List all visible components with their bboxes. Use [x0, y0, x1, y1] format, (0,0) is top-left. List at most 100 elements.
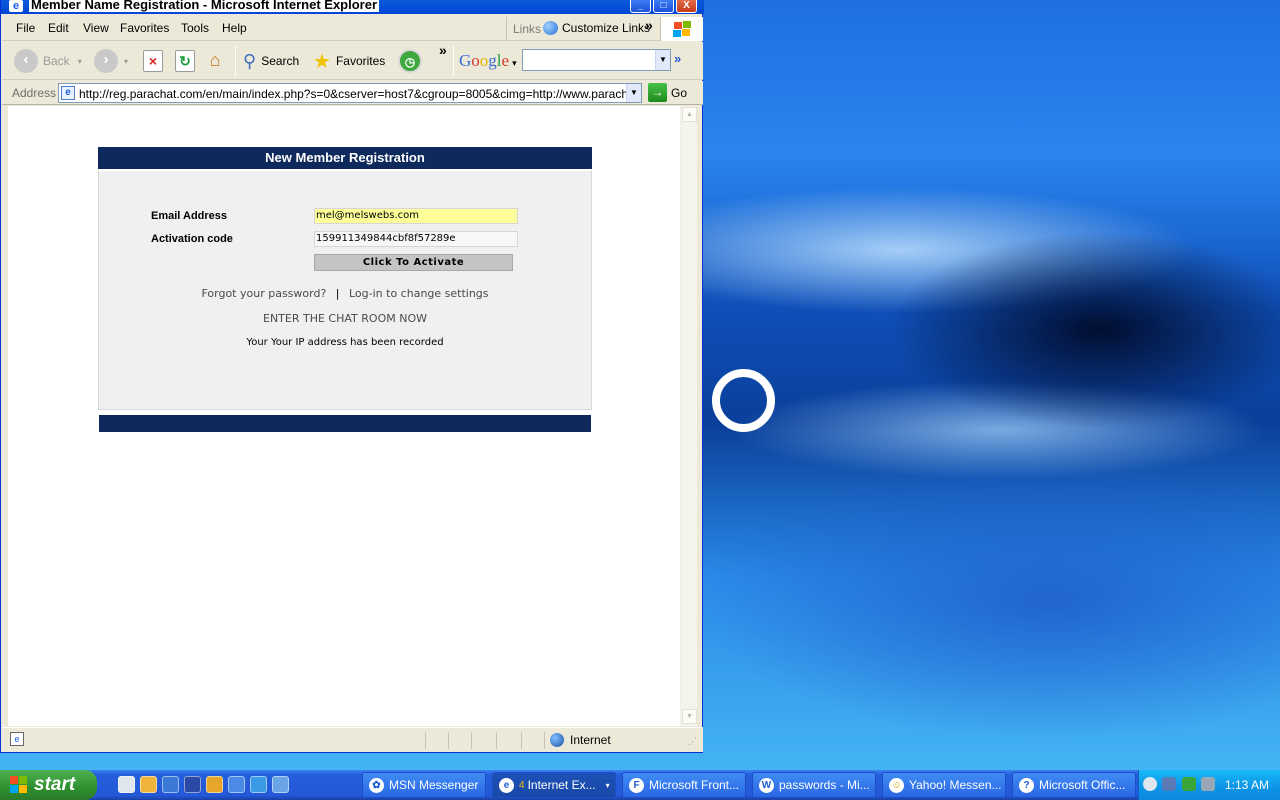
email-field[interactable]: mel@melswebs.com — [314, 208, 518, 224]
google-search-input[interactable]: ▼ — [522, 49, 671, 71]
forward-arrow-icon: › — [94, 49, 118, 73]
ip-notice: Your Your IP address has been recorded — [246, 337, 444, 348]
refresh-icon: ↻ — [175, 50, 195, 72]
refresh-button[interactable]: ↻ — [175, 47, 195, 75]
toolbar-chevron-icon[interactable]: » — [439, 42, 447, 58]
activate-button[interactable]: Click To Activate — [314, 254, 513, 271]
calculator-icon[interactable] — [118, 776, 135, 793]
tray-expand-icon[interactable] — [1143, 777, 1157, 791]
page-icon — [543, 21, 558, 35]
task-label: MSN Messenger — [389, 778, 479, 792]
address-input[interactable]: e http://reg.parachat.com/en/main/index.… — [58, 83, 642, 103]
page-icon: e — [61, 86, 75, 100]
registration-header: New Member Registration — [98, 147, 592, 169]
links-label[interactable]: Links — [513, 22, 541, 36]
task-passwords-document[interactable]: Wpasswords - Mi... — [752, 772, 876, 798]
menu-edit[interactable]: Edit — [48, 21, 69, 35]
links-chevron-icon[interactable]: » — [645, 17, 653, 33]
customize-links-label: Customize Links — [562, 21, 651, 35]
start-label: start — [34, 774, 76, 795]
close-button[interactable]: X — [676, 0, 697, 13]
clock[interactable]: 1:13 AM — [1225, 778, 1269, 792]
google-logo[interactable]: Google ▾ — [459, 51, 517, 71]
minimize-button[interactable]: _ — [630, 0, 651, 13]
stop-button[interactable]: × — [143, 47, 163, 75]
task-microsoft-office[interactable]: ? Microsoft Offic... — [1012, 772, 1136, 798]
ie-icon: e — [499, 777, 514, 793]
menu-favorites[interactable]: Favorites — [120, 21, 169, 35]
favorites-button[interactable]: ★ Favorites — [313, 47, 385, 75]
account-links: Forgot your password? | Log-in to change… — [99, 287, 591, 300]
title-bar[interactable]: e Member Name Registration - Microsoft I… — [1, 0, 704, 14]
frontpage-icon: F — [629, 777, 644, 793]
ie-icon[interactable] — [250, 776, 267, 793]
task-label: Yahoo! Messen... — [909, 778, 1002, 792]
favorites-star-icon: ★ — [313, 50, 331, 73]
word-icon: W — [759, 777, 774, 793]
go-arrow-icon: → — [648, 83, 667, 102]
status-divider — [496, 732, 497, 749]
menu-bar: File Edit View Favorites Tools Help Link… — [2, 17, 703, 41]
task-msn-messenger[interactable]: ✿ MSN Messenger — [362, 772, 486, 798]
registration-form: Email Address mel@melswebs.com Activatio… — [98, 169, 592, 410]
activation-label: Activation code — [151, 233, 233, 245]
scroll-up-icon[interactable]: ▲ — [682, 107, 697, 122]
system-tray: 1:13 AM — [1138, 770, 1280, 800]
resize-grip-icon[interactable]: ⋰ — [688, 736, 697, 747]
activation-code-field[interactable]: 159911349844cbf8f57289e — [314, 231, 518, 247]
outlook-icon[interactable] — [140, 776, 157, 793]
go-label: Go — [671, 85, 688, 100]
task-frontpage[interactable]: F Microsoft Front... — [622, 772, 746, 798]
back-button[interactable]: ‹ Back ▾ — [14, 47, 82, 75]
home-button[interactable]: ⌂ — [205, 47, 225, 75]
back-label: Back — [43, 54, 70, 68]
go-button[interactable]: → Go — [648, 83, 687, 102]
menu-file[interactable]: File — [16, 21, 35, 35]
google-chevron-icon[interactable]: » — [674, 51, 681, 66]
menu-help[interactable]: Help — [222, 21, 247, 35]
msn-icon: ✿ — [369, 777, 384, 793]
status-page-icon: e — [10, 732, 24, 746]
forgot-password-link[interactable]: Forgot your password? — [201, 287, 326, 300]
status-divider — [448, 732, 449, 749]
status-divider — [521, 732, 522, 749]
status-divider — [425, 732, 426, 749]
menu-tools[interactable]: Tools — [181, 21, 209, 35]
search-button[interactable]: ⚲ Search — [243, 47, 299, 75]
messenger-icon[interactable] — [206, 776, 223, 793]
status-divider — [544, 732, 545, 749]
favorites-label: Favorites — [335, 54, 386, 68]
media-player-icon[interactable] — [184, 776, 201, 793]
ie-icon[interactable] — [162, 776, 179, 793]
task-yahoo-messenger[interactable]: ☺ Yahoo! Messen... — [882, 772, 1006, 798]
google-dropdown-icon[interactable]: ▼ — [655, 50, 670, 70]
volume-icon[interactable] — [1201, 777, 1215, 791]
vertical-scrollbar[interactable]: ▲ ▼ — [680, 106, 697, 726]
windows-logo-icon — [10, 776, 28, 794]
menu-view[interactable]: View — [83, 21, 109, 35]
back-arrow-icon: ‹ — [14, 49, 38, 73]
chat-icon[interactable] — [272, 776, 289, 793]
task-internet-explorer[interactable]: e 4 Internet Ex... ▾ — [492, 772, 616, 798]
forward-button[interactable]: › ▾ — [94, 47, 128, 75]
registration-panel: New Member Registration Email Address me… — [98, 147, 592, 432]
history-button[interactable]: ◷ — [398, 47, 422, 75]
login-settings-link[interactable]: Log-in to change settings — [349, 287, 489, 300]
network-icon[interactable] — [1162, 777, 1176, 791]
maximize-button[interactable]: □ — [653, 0, 674, 13]
toolbar-separator — [453, 46, 454, 76]
search-icon[interactable] — [228, 776, 245, 793]
task-label: passwords - Mi... — [779, 778, 870, 792]
task-label: Internet Ex... — [527, 778, 596, 792]
scroll-down-icon[interactable]: ▼ — [682, 709, 697, 724]
address-dropdown-icon[interactable]: ▼ — [626, 84, 641, 102]
task-group-dropdown-icon: ▾ — [605, 780, 610, 790]
quick-launch — [118, 776, 289, 793]
page-content: New Member Registration Email Address me… — [8, 106, 680, 726]
back-dropdown-icon: ▾ — [77, 56, 82, 66]
start-button[interactable]: start — [0, 770, 97, 800]
enter-chat-room-link[interactable]: ENTER THE CHAT ROOM NOW — [99, 312, 591, 325]
messenger-tray-icon[interactable] — [1182, 777, 1196, 791]
customize-links-link[interactable]: Customize Links — [543, 21, 650, 35]
security-zone[interactable]: Internet — [550, 733, 611, 747]
